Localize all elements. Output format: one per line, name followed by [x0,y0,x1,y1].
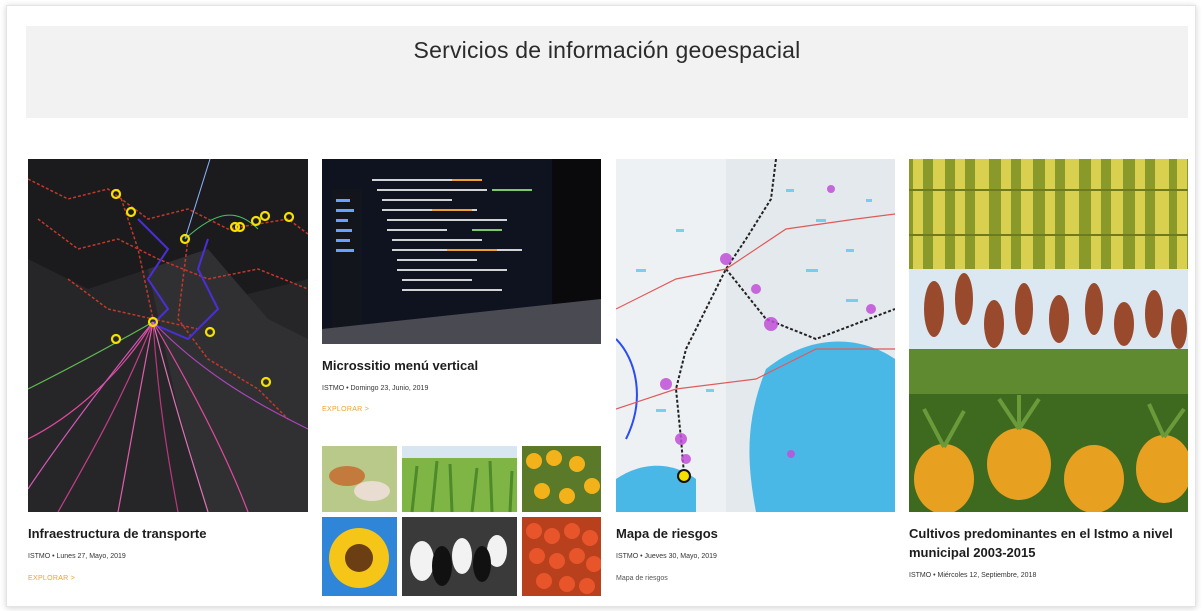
card-description: Mapa de riesgos [616,575,668,582]
card-meta: ISTMO • Lunes 27, Mayo, 2019 [28,553,126,560]
card-meta: ISTMO • Miércoles 12, Septiembre, 2018 [909,572,1037,579]
agriculture-grid-image[interactable] [322,446,601,596]
card-title[interactable]: Microssitio menú vertical [322,356,601,375]
card-title[interactable]: Mapa de riesgos [616,524,895,543]
card-title[interactable]: Cultivos predominantes en el Istmo a niv… [909,524,1188,562]
card-title[interactable]: Infraestructura de transporte [28,524,308,543]
explore-link[interactable]: EXPLORAR > [322,406,369,413]
code-screen-image[interactable] [322,159,601,344]
header-banner: Servicios de información geoespacial [26,26,1188,118]
transport-map-image[interactable] [28,159,308,512]
crops-collage-image[interactable] [909,159,1188,512]
card-meta: ISTMO • Jueves 30, Mayo, 2019 [616,553,717,560]
page-title: Servicios de información geoespacial [413,37,801,63]
card-meta: ISTMO • Domingo 23, Junio, 2019 [322,385,429,392]
explore-link[interactable]: EXPLORAR > [28,575,75,582]
risk-map-image[interactable] [616,159,895,512]
